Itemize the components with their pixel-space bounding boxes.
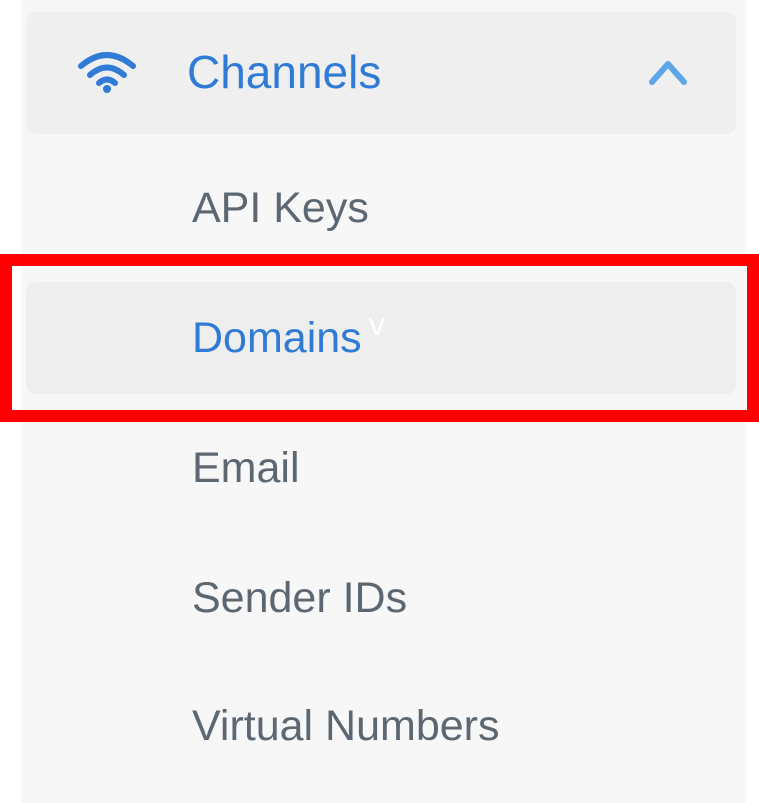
- sidebar-item-label: Sender IDs: [192, 574, 408, 622]
- sidebar-item-label: Virtual Numbers: [192, 702, 500, 750]
- sidebar-item-label: API Keys: [192, 184, 369, 232]
- chevron-up-icon[interactable]: [648, 58, 688, 86]
- sidebar-item-label: Email: [192, 444, 300, 492]
- wifi-icon: [78, 52, 136, 93]
- sidebar-item-sender-ids[interactable]: Sender IDs: [26, 542, 736, 654]
- sidebar-section-label: Channels: [187, 46, 382, 98]
- sidebar-item-email[interactable]: Email: [26, 412, 736, 524]
- cursor-glyph: v: [368, 308, 386, 343]
- sidebar-item-virtual-numbers[interactable]: Virtual Numbers: [26, 670, 736, 782]
- sidebar-item-label: Domains: [192, 314, 362, 362]
- sidebar-item-api-keys[interactable]: API Keys: [26, 152, 736, 264]
